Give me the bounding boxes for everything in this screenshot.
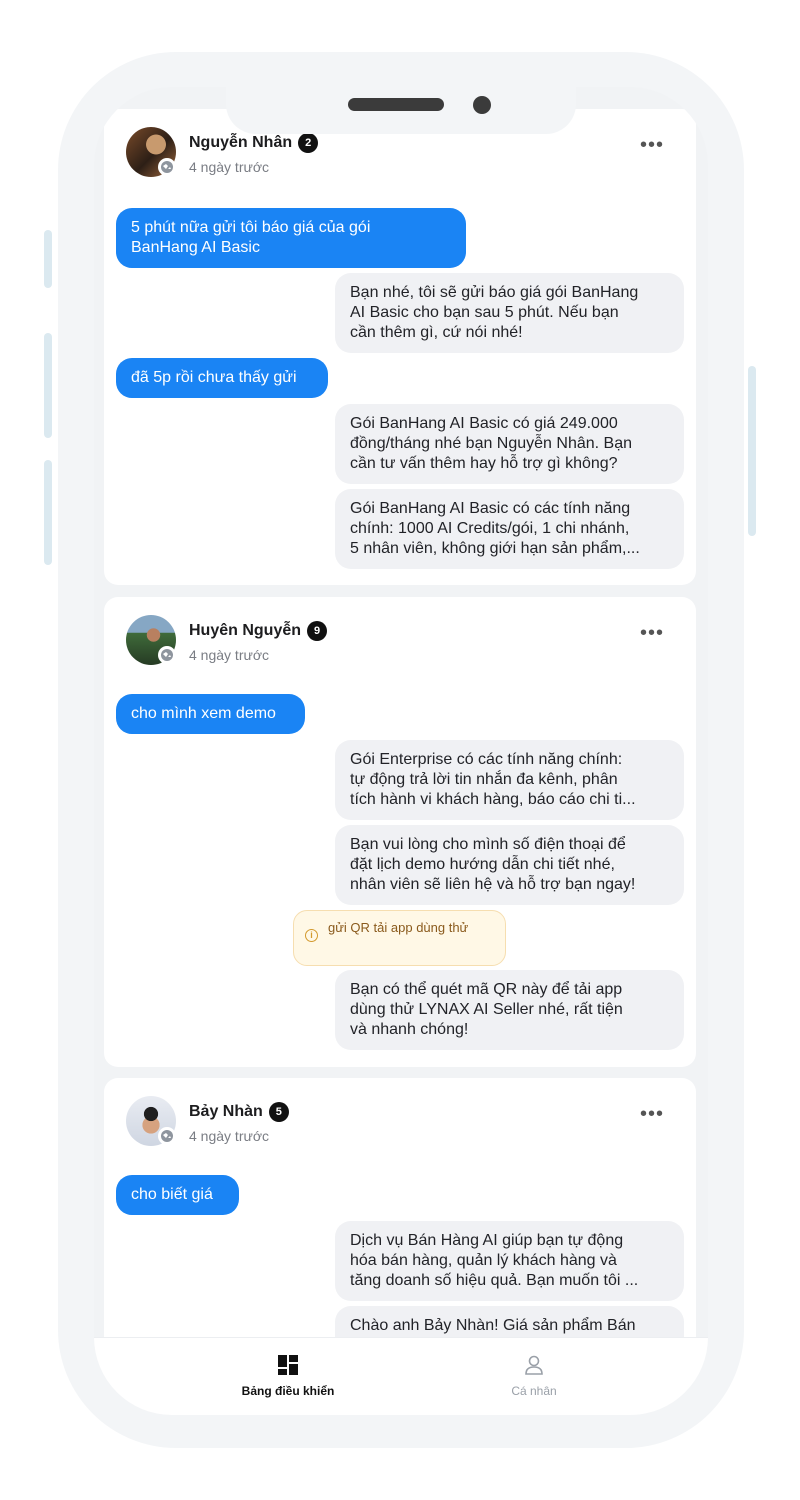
user-icon	[434, 1352, 634, 1378]
conversation-feed[interactable]: Nguyễn Nhân 2 4 ngày trước ••• 5 phút nữa…	[94, 87, 708, 1337]
globe-icon	[158, 158, 176, 176]
side-decoration	[44, 230, 52, 288]
outgoing-message: Bạn có thể quét mã QR này để tải app dùn…	[335, 970, 684, 1050]
unread-count-badge: 9	[307, 621, 328, 641]
incoming-message: cho biết giá	[116, 1175, 239, 1215]
card-header: Nguyễn Nhân 2 4 ngày trước •••	[116, 127, 696, 181]
contact-name[interactable]: Nguyễn Nhân 2	[189, 133, 319, 153]
nav-dashboard[interactable]: Bảng điều khiển	[188, 1352, 388, 1398]
side-decoration	[44, 333, 52, 438]
more-icon[interactable]: •••	[638, 135, 666, 161]
speaker-bar	[348, 98, 444, 111]
conversation-card[interactable]: Nguyễn Nhân 2 4 ngày trước ••• 5 phút nữa…	[104, 109, 696, 585]
side-decoration	[44, 460, 52, 565]
outgoing-message: Gói BanHang AI Basic có giá 249.000 đồng…	[335, 404, 684, 484]
contact-name[interactable]: Bảy Nhàn 5	[189, 1102, 289, 1122]
timestamp: 4 ngày trước	[189, 159, 270, 175]
incoming-message: cho mình xem demo	[116, 694, 305, 734]
phone-screen: Nguyễn Nhân 2 4 ngày trước ••• 5 phút nữa…	[94, 87, 708, 1415]
internal-note: i gửi QR tải app dùng thử	[293, 910, 506, 966]
more-icon[interactable]: •••	[638, 1104, 666, 1130]
card-header: Bảy Nhàn 5 4 ngày trước •••	[116, 1096, 696, 1150]
globe-icon	[158, 1127, 176, 1145]
nav-label: Bảng điều khiển	[241, 1384, 335, 1398]
outgoing-message: Chào anh Bảy Nhàn! Giá sản phẩm Bán	[335, 1306, 684, 1337]
outgoing-message: Dịch vụ Bán Hàng AI giúp bạn tự động hóa…	[335, 1221, 684, 1301]
outgoing-message: Gói Enterprise có các tính năng chính: t…	[335, 740, 684, 820]
nav-label: Cá nhân	[511, 1384, 557, 1398]
side-decoration	[748, 366, 756, 536]
bottom-navigation: Bảng điều khiển Cá nhân	[94, 1337, 708, 1415]
incoming-message: đã 5p rồi chưa thấy gửi	[116, 358, 328, 398]
timestamp: 4 ngày trước	[189, 1128, 270, 1144]
conversation-card[interactable]: Huyên Nguyễn 9 4 ngày trước ••• cho mình …	[104, 597, 696, 1067]
conversation-card[interactable]: Bảy Nhàn 5 4 ngày trước ••• cho biết giá …	[104, 1078, 696, 1337]
unread-count-badge: 2	[298, 133, 319, 153]
globe-icon	[158, 646, 176, 664]
note-text: gửi QR tải app dùng thử	[328, 920, 469, 935]
card-header: Huyên Nguyễn 9 4 ngày trước •••	[116, 615, 696, 669]
outgoing-message: Gói BanHang AI Basic có các tính năng ch…	[335, 489, 684, 569]
nav-profile[interactable]: Cá nhân	[434, 1352, 634, 1398]
info-icon: i	[305, 929, 318, 942]
incoming-message: 5 phút nữa gửi tôi báo giá của gói BanHa…	[116, 208, 466, 268]
camera-dot	[473, 96, 491, 114]
contact-name[interactable]: Huyên Nguyễn 9	[189, 621, 328, 641]
outgoing-message: Bạn vui lòng cho mình số điện thoại để đ…	[335, 825, 684, 905]
more-icon[interactable]: •••	[638, 623, 666, 649]
timestamp: 4 ngày trước	[189, 647, 270, 663]
outgoing-message: Bạn nhé, tôi sẽ gửi báo giá gói BanHang …	[335, 273, 684, 353]
phone-notch	[226, 52, 576, 134]
unread-count-badge: 5	[268, 1102, 289, 1122]
dashboard-icon	[188, 1352, 388, 1378]
